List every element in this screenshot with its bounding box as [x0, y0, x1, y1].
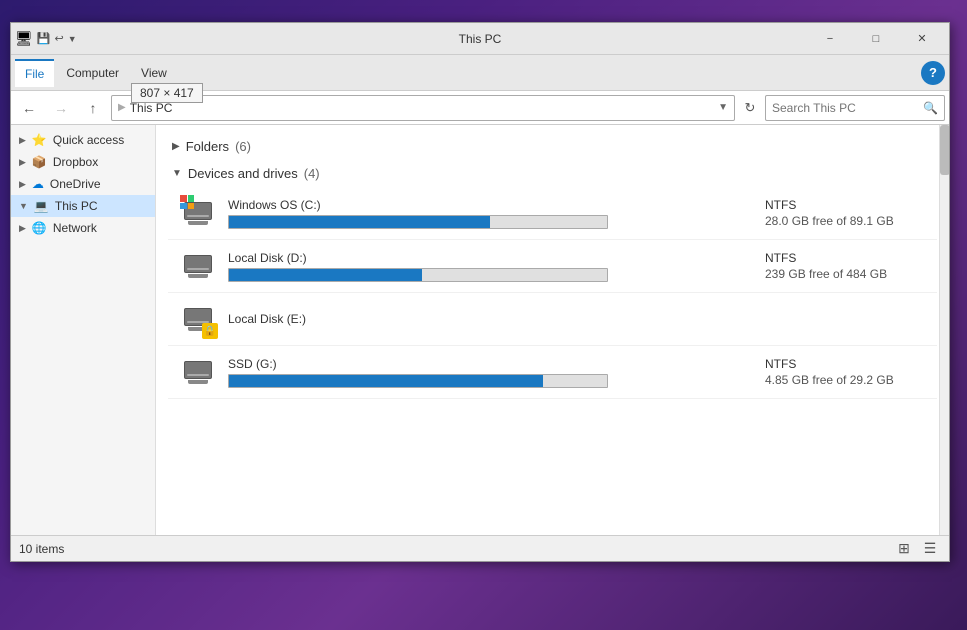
sidebar-label-onedrive: OneDrive — [50, 177, 101, 191]
main-area: ▶ ⭐ Quick access ▶ 📦 Dropbox ▶ ☁ OneDriv… — [11, 125, 949, 535]
devices-chevron: ▼ — [172, 168, 182, 179]
drive-g-space: 4.85 GB free of 29.2 GB — [765, 373, 925, 387]
devices-section-header[interactable]: ▼ Devices and drives (4) — [168, 160, 937, 187]
folders-section-header[interactable]: ▶ Folders (6) — [168, 133, 937, 160]
close-button[interactable]: ✕ — [899, 23, 945, 55]
titlebar: 🖥 💾 ↩ ▼ This PC − □ ✕ — [11, 23, 949, 55]
dropdown-icon[interactable]: ▼ — [68, 34, 77, 44]
folders-label: Folders — [186, 139, 229, 154]
address-bar[interactable]: ▶ This PC ▼ — [111, 95, 735, 121]
explorer-window: 🖥 💾 ↩ ▼ This PC − □ ✕ File Computer View… — [10, 22, 950, 562]
navbar: ← → ↑ ▶ This PC ▼ ↻ 🔍 — [11, 91, 949, 125]
sidebar-item-this-pc[interactable]: ▼ 💻 This PC — [11, 195, 155, 217]
sidebar-label-quick-access: Quick access — [53, 133, 124, 147]
view-grid-button[interactable]: ⊞ — [893, 538, 915, 560]
chevron-icon: ▼ — [19, 201, 28, 211]
folders-count: (6) — [235, 139, 251, 154]
refresh-button[interactable]: ↻ — [739, 97, 761, 119]
minimize-button[interactable]: − — [807, 23, 853, 55]
drive-g-progress — [228, 374, 608, 388]
sidebar-item-quick-access[interactable]: ▶ ⭐ Quick access — [11, 129, 155, 151]
drive-e[interactable]: 🔒 Local Disk (E:) — [168, 293, 937, 346]
address-separator: ▶ — [118, 102, 126, 113]
drive-g-icon — [180, 354, 216, 390]
sidebar-label-this-pc: This PC — [55, 199, 98, 213]
titlebar-icons: 🖥 💾 ↩ ▼ — [15, 30, 77, 47]
item-count: 10 items — [19, 542, 64, 556]
search-bar[interactable]: 🔍 — [765, 95, 945, 121]
address-text: This PC — [130, 101, 714, 115]
back-button[interactable]: ← — [15, 95, 43, 121]
ribbon: File Computer View ? — [11, 55, 949, 91]
drive-list: Windows OS (C:) NTFS 28.0 GB free of 89.… — [168, 187, 937, 399]
statusbar-view-controls: ⊞ ☰ — [893, 538, 941, 560]
drive-c[interactable]: Windows OS (C:) NTFS 28.0 GB free of 89.… — [168, 187, 937, 240]
drive-g-fs: NTFS — [765, 357, 925, 371]
drive-c-info: Windows OS (C:) — [228, 198, 753, 229]
drive-d-meta: NTFS 239 GB free of 484 GB — [765, 251, 925, 281]
folders-chevron: ▶ — [172, 141, 180, 152]
drive-d-fs: NTFS — [765, 251, 925, 265]
drive-c-fs: NTFS — [765, 198, 925, 212]
drive-c-fill — [229, 216, 490, 228]
drive-e-icon: 🔒 — [180, 301, 216, 337]
sidebar-label-network: Network — [53, 221, 97, 235]
view-list-button[interactable]: ☰ — [919, 538, 941, 560]
onedrive-icon: ☁ — [32, 177, 44, 191]
drive-e-info: Local Disk (E:) — [228, 312, 925, 326]
maximize-button[interactable]: □ — [853, 23, 899, 55]
drive-e-name: Local Disk (E:) — [228, 312, 925, 326]
drive-d-icon — [180, 248, 216, 284]
sidebar-item-network[interactable]: ▶ 🌐 Network — [11, 217, 155, 239]
address-chevron: ▼ — [718, 102, 728, 113]
window-title: This PC — [459, 32, 502, 46]
drive-d[interactable]: Local Disk (D:) NTFS 239 GB free of 484 … — [168, 240, 937, 293]
scrollbar[interactable] — [939, 125, 949, 535]
dropbox-icon: 📦 — [32, 155, 47, 169]
drive-g-info: SSD (G:) — [228, 357, 753, 388]
drive-g-name: SSD (G:) — [228, 357, 753, 371]
undo-icon: ↩ — [54, 32, 63, 45]
drive-g-meta: NTFS 4.85 GB free of 29.2 GB — [765, 357, 925, 387]
statusbar: 10 items ⊞ ☰ — [11, 535, 949, 561]
sidebar-item-onedrive[interactable]: ▶ ☁ OneDrive — [11, 173, 155, 195]
chevron-icon: ▶ — [19, 223, 26, 234]
star-icon: ⭐ — [32, 133, 47, 147]
save-icon: 💾 — [37, 32, 51, 45]
tab-file[interactable]: File — [15, 59, 54, 87]
drive-c-progress — [228, 215, 608, 229]
computer-icon: 💻 — [34, 199, 49, 213]
up-button[interactable]: ↑ — [79, 95, 107, 121]
tab-view[interactable]: View — [131, 60, 177, 86]
forward-button[interactable]: → — [47, 95, 75, 121]
network-icon: 🌐 — [32, 221, 47, 235]
chevron-icon: ▶ — [19, 179, 26, 190]
drive-c-icon — [180, 195, 216, 231]
drive-c-space: 28.0 GB free of 89.1 GB — [765, 214, 925, 228]
devices-count: (4) — [304, 166, 320, 181]
sidebar-item-dropbox[interactable]: ▶ 📦 Dropbox — [11, 151, 155, 173]
tab-computer[interactable]: Computer — [56, 60, 129, 86]
chevron-icon: ▶ — [19, 157, 26, 168]
drive-c-name: Windows OS (C:) — [228, 198, 753, 212]
window-controls: − □ ✕ — [807, 23, 945, 55]
chevron-icon: ▶ — [19, 135, 26, 146]
drive-g-fill — [229, 375, 543, 387]
content-panel: ▶ Folders (6) ▼ Devices and drives (4) — [156, 125, 949, 535]
help-button[interactable]: ? — [921, 61, 945, 85]
devices-label: Devices and drives — [188, 166, 298, 181]
search-input[interactable] — [772, 101, 919, 115]
drive-d-progress — [228, 268, 608, 282]
sidebar-label-dropbox: Dropbox — [53, 155, 98, 169]
sidebar: ▶ ⭐ Quick access ▶ 📦 Dropbox ▶ ☁ OneDriv… — [11, 125, 156, 535]
drive-d-info: Local Disk (D:) — [228, 251, 753, 282]
computer-icon: 🖥 — [15, 30, 33, 47]
scroll-thumb[interactable] — [940, 125, 949, 175]
search-icon: 🔍 — [923, 101, 938, 115]
drive-d-fill — [229, 269, 422, 281]
drive-d-name: Local Disk (D:) — [228, 251, 753, 265]
drive-c-meta: NTFS 28.0 GB free of 89.1 GB — [765, 198, 925, 228]
drive-d-space: 239 GB free of 484 GB — [765, 267, 925, 281]
drive-g[interactable]: SSD (G:) NTFS 4.85 GB free of 29.2 GB — [168, 346, 937, 399]
